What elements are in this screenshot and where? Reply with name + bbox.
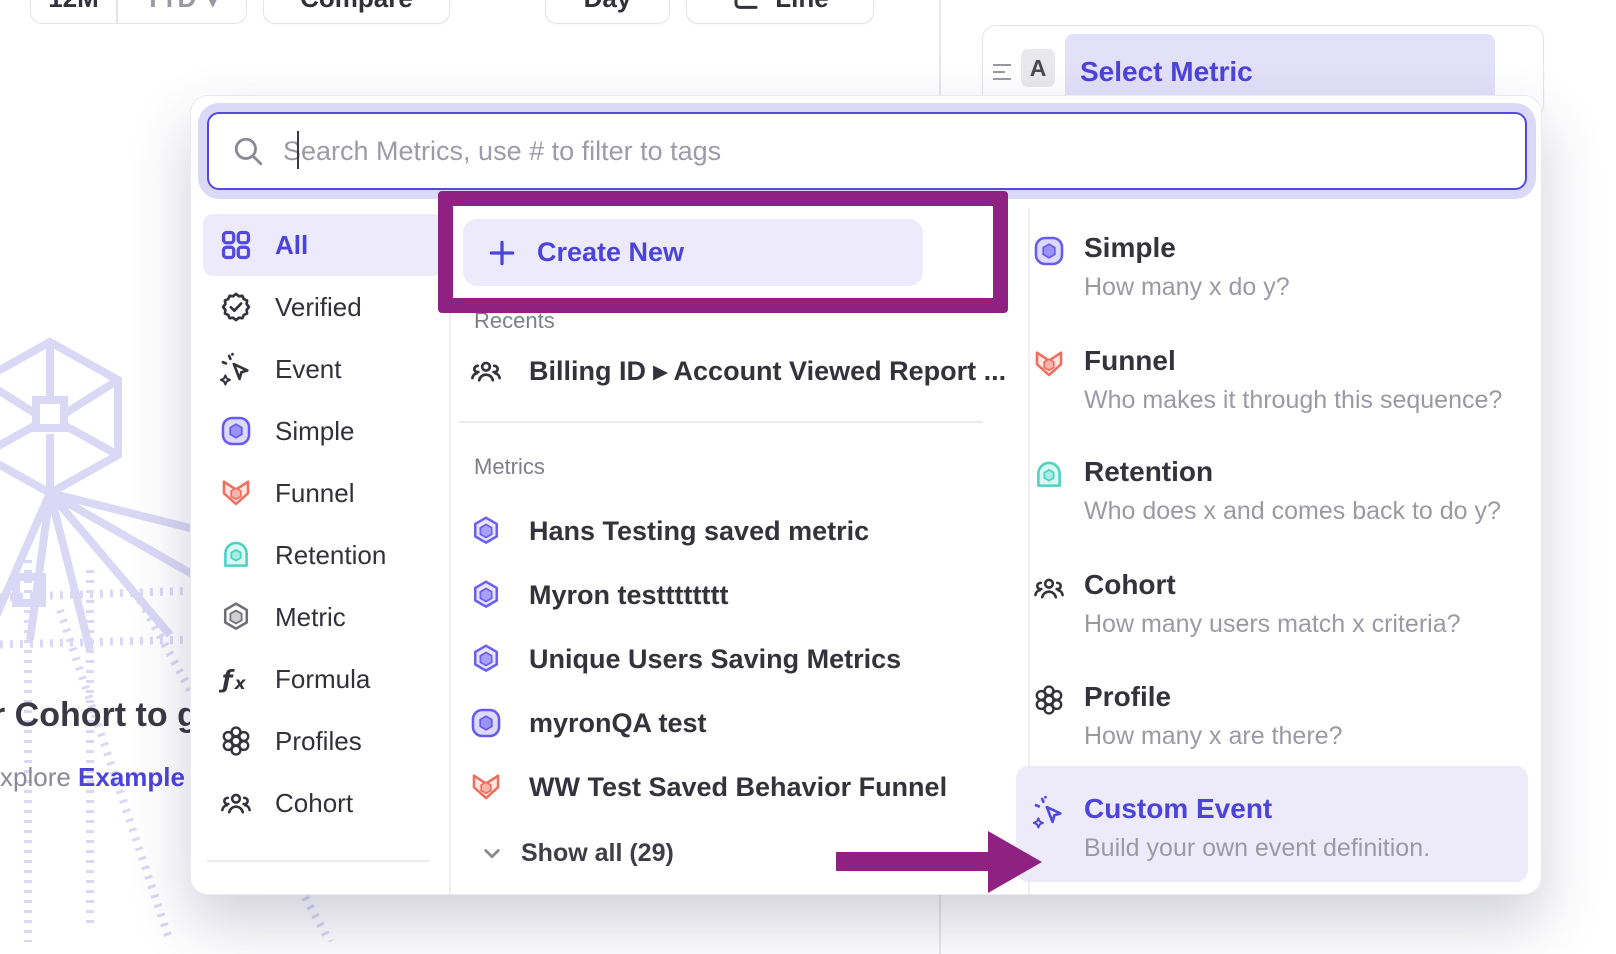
metric-list-item[interactable]: myronQA test	[469, 706, 707, 740]
sidebar-item-profiles[interactable]: Profiles	[203, 710, 443, 772]
range-ytd-button[interactable]: YTD▾	[118, 0, 247, 23]
line-chart-icon	[731, 0, 761, 13]
metric-list-item[interactable]: Unique Users Saving Metrics	[469, 642, 901, 676]
sidebar-item-event[interactable]: Event	[203, 338, 443, 400]
formula-fx-icon: ƒ x	[219, 662, 253, 696]
retention-icon	[1032, 458, 1066, 492]
date-range-group: 12M YTD▾	[30, 0, 247, 24]
sidebar-item-metric[interactable]: Metric	[203, 586, 443, 648]
simple-metric-icon	[219, 414, 253, 448]
profiles-flower-icon	[219, 724, 253, 758]
saved-metric-hexagon-icon	[469, 642, 503, 676]
text-caret	[297, 131, 299, 169]
retention-icon	[219, 538, 253, 572]
saved-metric-hexagon-icon	[469, 578, 503, 612]
empty-state-headline: r Cohort to ge	[0, 696, 191, 735]
funnel-icon	[1032, 347, 1066, 381]
section-divider	[459, 421, 983, 423]
profiles-flower-icon	[1032, 683, 1066, 717]
chevron-down-icon	[477, 838, 507, 868]
cohort-people-icon	[469, 354, 503, 388]
sidebar-item-verified[interactable]: Verified	[203, 276, 443, 338]
series-a-badge: A	[1021, 49, 1055, 87]
simple-metric-icon	[1032, 234, 1066, 268]
metric-list-item[interactable]: WW Test Saved Behavior Funnel	[469, 770, 947, 804]
chevron-down-icon: ▾	[206, 0, 219, 14]
show-all-toggle[interactable]: Show all (29)	[477, 838, 674, 868]
search-icon	[231, 134, 265, 168]
metric-list-item[interactable]: Myron testttttttt	[469, 578, 728, 612]
annotation-highlight-box	[438, 191, 1008, 313]
sidebar-item-cohort[interactable]: Cohort	[203, 772, 443, 834]
recent-item-billing-id[interactable]: Billing ID ▸ Account Viewed Report ...	[469, 354, 1006, 388]
sidebar-item-retention[interactable]: Retention	[203, 524, 443, 586]
sidebar-item-all[interactable]: All	[203, 214, 443, 276]
svg-text:x: x	[234, 674, 247, 694]
cohort-people-icon	[219, 786, 253, 820]
drag-handle-icon[interactable]	[991, 63, 1013, 81]
sidebar-item-formula[interactable]: ƒ x Formula	[203, 648, 443, 710]
verified-seal-icon	[219, 290, 253, 324]
event-cursor-icon	[219, 352, 253, 386]
background-copy: r Cohort to ge xplore Example R	[0, 688, 191, 818]
metrics-heading: Metrics	[474, 454, 545, 480]
simple-metric-icon	[469, 706, 503, 740]
svg-text:ƒ: ƒ	[219, 666, 235, 694]
sidebar-item-tags[interactable]: Tags	[203, 875, 443, 895]
sidebar-item-funnel[interactable]: Funnel	[203, 462, 443, 524]
search-bar	[207, 112, 1527, 190]
granularity-day-button[interactable]: Day	[545, 0, 670, 24]
grid-icon	[219, 228, 253, 262]
search-input[interactable]	[283, 121, 1525, 181]
sidebar-divider	[207, 860, 429, 862]
chart-type-line-button[interactable]: Line	[686, 0, 874, 24]
funnel-icon	[219, 476, 253, 510]
range-12m-button[interactable]: 12M	[31, 0, 116, 23]
metric-hexagon-icon	[219, 600, 253, 634]
funnel-icon	[469, 770, 503, 804]
annotation-arrow	[836, 852, 990, 871]
sidebar-item-simple[interactable]: Simple	[203, 400, 443, 462]
explore-prefix-text: xplore	[0, 762, 78, 792]
annotation-arrow-head	[988, 831, 1042, 893]
metric-list-item[interactable]: Hans Testing saved metric	[469, 514, 869, 548]
compare-button[interactable]: Compare	[263, 0, 450, 24]
example-reports-link[interactable]: Example R	[78, 762, 191, 792]
cohort-people-icon	[1032, 571, 1066, 605]
saved-metric-hexagon-icon	[469, 514, 503, 548]
tag-icon	[219, 889, 253, 895]
custom-event-cursor-icon	[1032, 795, 1066, 829]
